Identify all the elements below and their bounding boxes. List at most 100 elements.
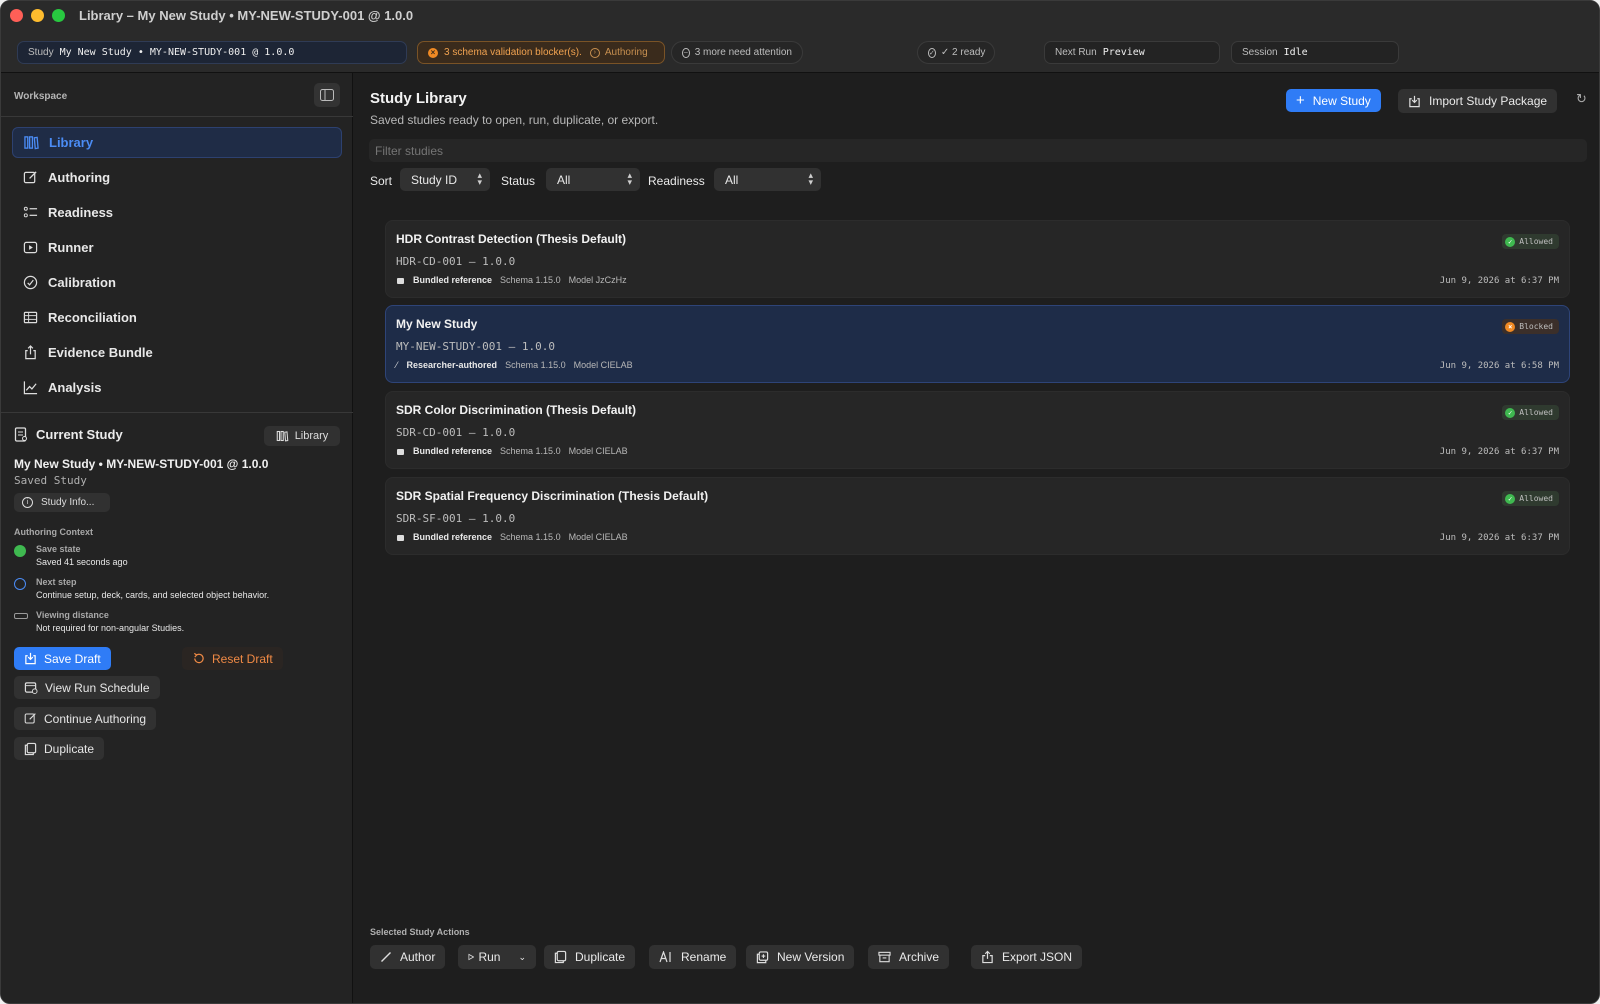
close-window-button[interactable]	[10, 9, 23, 22]
study-id: SDR-SF-001 — 1.0.0	[396, 512, 516, 525]
table-icon	[22, 310, 38, 326]
calendar-icon	[24, 682, 38, 694]
context-title: Viewing distance	[36, 610, 109, 620]
new-study-button[interactable]: + New Study	[1286, 89, 1381, 112]
session-pill[interactable]: Session Idle	[1231, 41, 1399, 64]
study-pill[interactable]: Study My New Study • MY-NEW-STUDY-001 @ …	[17, 41, 407, 64]
sidebar-item-runner[interactable]: Runner	[12, 232, 342, 263]
filter-studies-input[interactable]	[369, 139, 1587, 162]
study-schema: Schema 1.15.0	[500, 275, 561, 285]
edit-icon	[22, 170, 38, 186]
sidebar-item-evidence-bundle[interactable]: Evidence Bundle	[12, 337, 342, 368]
study-info-label: Study Info...	[41, 497, 95, 508]
sidebar-item-label: Runner	[48, 240, 94, 255]
blocker-link-label: Authoring	[604, 47, 648, 58]
sidebar-toggle-icon	[320, 89, 334, 101]
author-button[interactable]: Author	[370, 945, 446, 969]
study-meta: ⁄ Researcher-authored Schema 1.15.0 Mode…	[396, 360, 641, 370]
export-icon	[982, 950, 993, 964]
sidebar-item-library[interactable]: Library	[12, 127, 342, 158]
continue-authoring-button[interactable]: Continue Authoring	[14, 707, 157, 730]
status-select[interactable]: All ▴ ▾	[546, 168, 640, 191]
export-json-button[interactable]: Export JSON	[971, 945, 1083, 969]
context-value: Saved 41 seconds ago	[36, 557, 128, 567]
sidebar-item-authoring[interactable]: Authoring	[12, 162, 342, 193]
study-meta: Bundled reference Schema 1.15.0 Model CI…	[396, 446, 636, 456]
page-subtitle: Saved studies ready to open, run, duplic…	[370, 113, 659, 127]
study-id: MY-NEW-STUDY-001 — 1.0.0	[396, 340, 555, 353]
sidebar-item-readiness[interactable]: Readiness	[12, 197, 342, 228]
rename-button[interactable]: Rename	[649, 945, 737, 969]
zoom-window-button[interactable]	[52, 9, 65, 22]
pencil-icon: ⁄	[396, 360, 398, 370]
study-card[interactable]: SDR Spatial Frequency Discrimination (Th…	[385, 477, 1570, 555]
check-circle-icon: ✓	[1505, 493, 1516, 504]
reset-icon	[193, 652, 204, 664]
blocker-text: 3 schema validation blocker(s).	[444, 47, 582, 58]
sidebar-item-analysis[interactable]: Analysis	[12, 372, 342, 403]
info-icon: i	[22, 497, 33, 508]
blocker-pill[interactable]: × 3 schema validation blocker(s). › Auth…	[417, 41, 665, 64]
reset-draft-button[interactable]: Reset Draft	[182, 647, 283, 670]
chevron-down-icon[interactable]: ⌄	[518, 952, 526, 963]
minus-circle-icon: –	[682, 47, 690, 58]
archive-button[interactable]: Archive	[868, 945, 950, 969]
current-study-library-button[interactable]: Library	[264, 426, 340, 446]
play-icon	[468, 953, 475, 961]
title-bar: Library – My New Study • MY-NEW-STUDY-00…	[1, 1, 1599, 73]
import-study-package-button[interactable]: Import Study Package	[1398, 89, 1558, 113]
edit-icon	[24, 713, 36, 724]
lock-icon	[397, 535, 404, 541]
next-run-label: Next Run	[1055, 47, 1097, 58]
readiness-select[interactable]: All ▴ ▾	[714, 168, 821, 191]
study-source: Bundled reference	[413, 275, 493, 285]
ready-pill[interactable]: ✓ ✓ 2 ready	[917, 41, 995, 64]
blocker-authoring-link[interactable]: › Authoring	[589, 47, 648, 58]
sidebar-toggle-button[interactable]	[314, 83, 340, 107]
study-name: SDR Color Discrimination (Thesis Default…	[396, 403, 637, 417]
study-model: Model JzCzHz	[568, 275, 627, 285]
chevron-updown-icon: ▴ ▾	[477, 170, 482, 187]
next-run-pill[interactable]: Next Run Preview	[1044, 41, 1220, 64]
sidebar-item-label: Library	[49, 135, 94, 150]
checklist-icon	[22, 205, 38, 221]
study-date: Jun 9, 2026 at 6:37 PM	[1439, 533, 1559, 543]
new-version-button[interactable]: New Version	[746, 945, 855, 969]
save-draft-label: Save Draft	[44, 651, 101, 666]
ruler-icon	[14, 613, 28, 619]
continue-authoring-label: Continue Authoring	[44, 711, 147, 726]
share-icon	[22, 345, 38, 361]
save-draft-button[interactable]: Save Draft	[14, 647, 111, 670]
minimize-window-button[interactable]	[31, 9, 44, 22]
view-run-schedule-button[interactable]: View Run Schedule	[14, 676, 160, 699]
authoring-context-label: Authoring Context	[14, 527, 93, 537]
run-button[interactable]: Run ⌄	[458, 945, 536, 969]
archive-icon	[878, 951, 891, 963]
duplicate-icon	[554, 950, 567, 964]
study-source: Researcher-authored	[406, 360, 498, 370]
check-circle-icon: ✓	[1505, 236, 1516, 247]
sidebar-item-reconciliation[interactable]: Reconciliation	[12, 302, 342, 333]
study-card[interactable]: My New Study MY-NEW-STUDY-001 — 1.0.0 ⁄ …	[385, 305, 1570, 383]
study-date: Jun 9, 2026 at 6:37 PM	[1439, 276, 1559, 286]
study-card[interactable]: SDR Color Discrimination (Thesis Default…	[385, 391, 1570, 469]
attention-text: 3 more need attention	[694, 47, 792, 58]
status-badge: ✓ Allowed	[1502, 234, 1559, 249]
status-badge-label: Blocked	[1519, 322, 1553, 331]
current-study-title: Current Study	[36, 427, 123, 442]
plus-icon: +	[1296, 91, 1305, 109]
session-label: Session	[1242, 47, 1278, 58]
new-version-label: New Version	[777, 950, 845, 964]
sort-select[interactable]: Study ID ▴ ▾	[400, 168, 490, 191]
sort-value: Study ID	[411, 172, 458, 187]
duplicate-study-button[interactable]: Duplicate	[14, 737, 105, 760]
duplicate-button[interactable]: Duplicate	[544, 945, 636, 969]
study-card[interactable]: HDR Contrast Detection (Thesis Default) …	[385, 220, 1570, 298]
refresh-icon[interactable]: ↻	[1576, 91, 1592, 107]
study-info-button[interactable]: i Study Info...	[14, 493, 110, 512]
sidebar-item-calibration[interactable]: Calibration	[12, 267, 342, 298]
sidebar-item-label: Calibration	[48, 275, 116, 290]
library-icon	[23, 135, 39, 151]
run-label: Run	[478, 950, 501, 964]
attention-pill[interactable]: – 3 more need attention	[671, 41, 803, 64]
